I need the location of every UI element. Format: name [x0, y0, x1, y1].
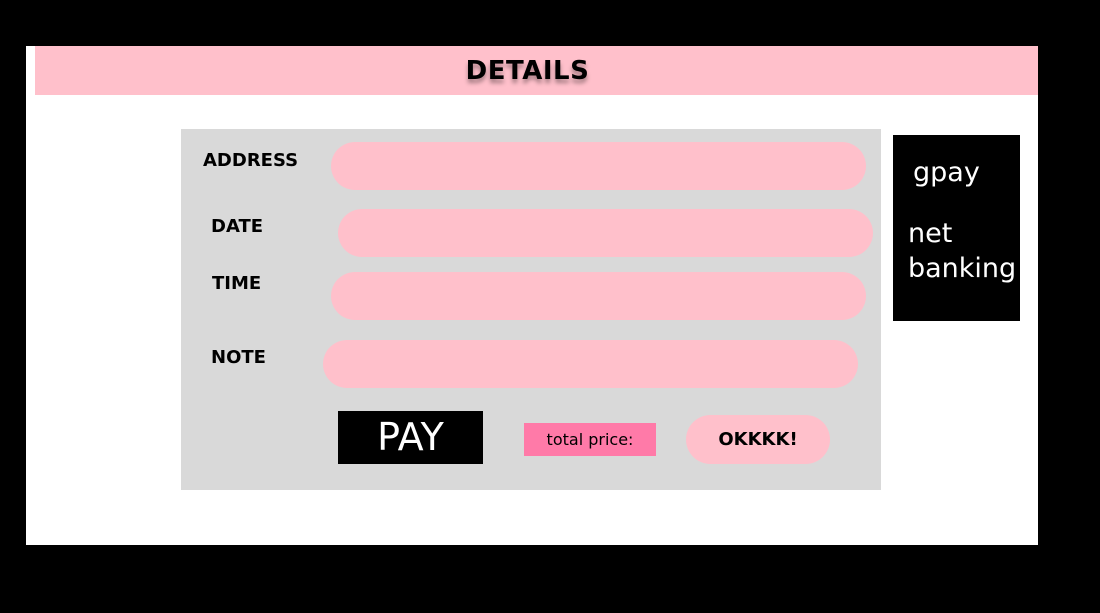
note-input[interactable] [323, 340, 858, 388]
date-input[interactable] [338, 209, 873, 257]
time-label: TIME [212, 273, 262, 294]
payment-option-gpay[interactable]: gpay [913, 155, 980, 190]
time-input[interactable] [331, 272, 866, 320]
header-bar: DETAILS [35, 46, 1038, 95]
pay-button[interactable]: PAY [338, 411, 483, 464]
total-price-label: total price: [524, 423, 656, 456]
payment-options-panel: gpay net banking [893, 135, 1020, 321]
note-label: NOTE [211, 347, 266, 368]
payment-option-net-banking[interactable]: net banking [908, 216, 1016, 286]
date-label: DATE [211, 216, 264, 237]
app-canvas: DETAILS ADDRESS DATE TIME NOTE PAY total… [0, 0, 1100, 613]
details-form: ADDRESS DATE TIME NOTE PAY total price: … [181, 129, 881, 490]
ok-button[interactable]: OKKKK! [686, 415, 830, 464]
payment-option-gpay-label: gpay [913, 157, 980, 188]
payment-option-net-banking-line1: net [908, 218, 953, 249]
payment-option-net-banking-line2: banking [908, 253, 1017, 284]
address-label: ADDRESS [203, 150, 299, 171]
page-title: DETAILS [465, 55, 590, 86]
address-input[interactable] [331, 142, 866, 190]
